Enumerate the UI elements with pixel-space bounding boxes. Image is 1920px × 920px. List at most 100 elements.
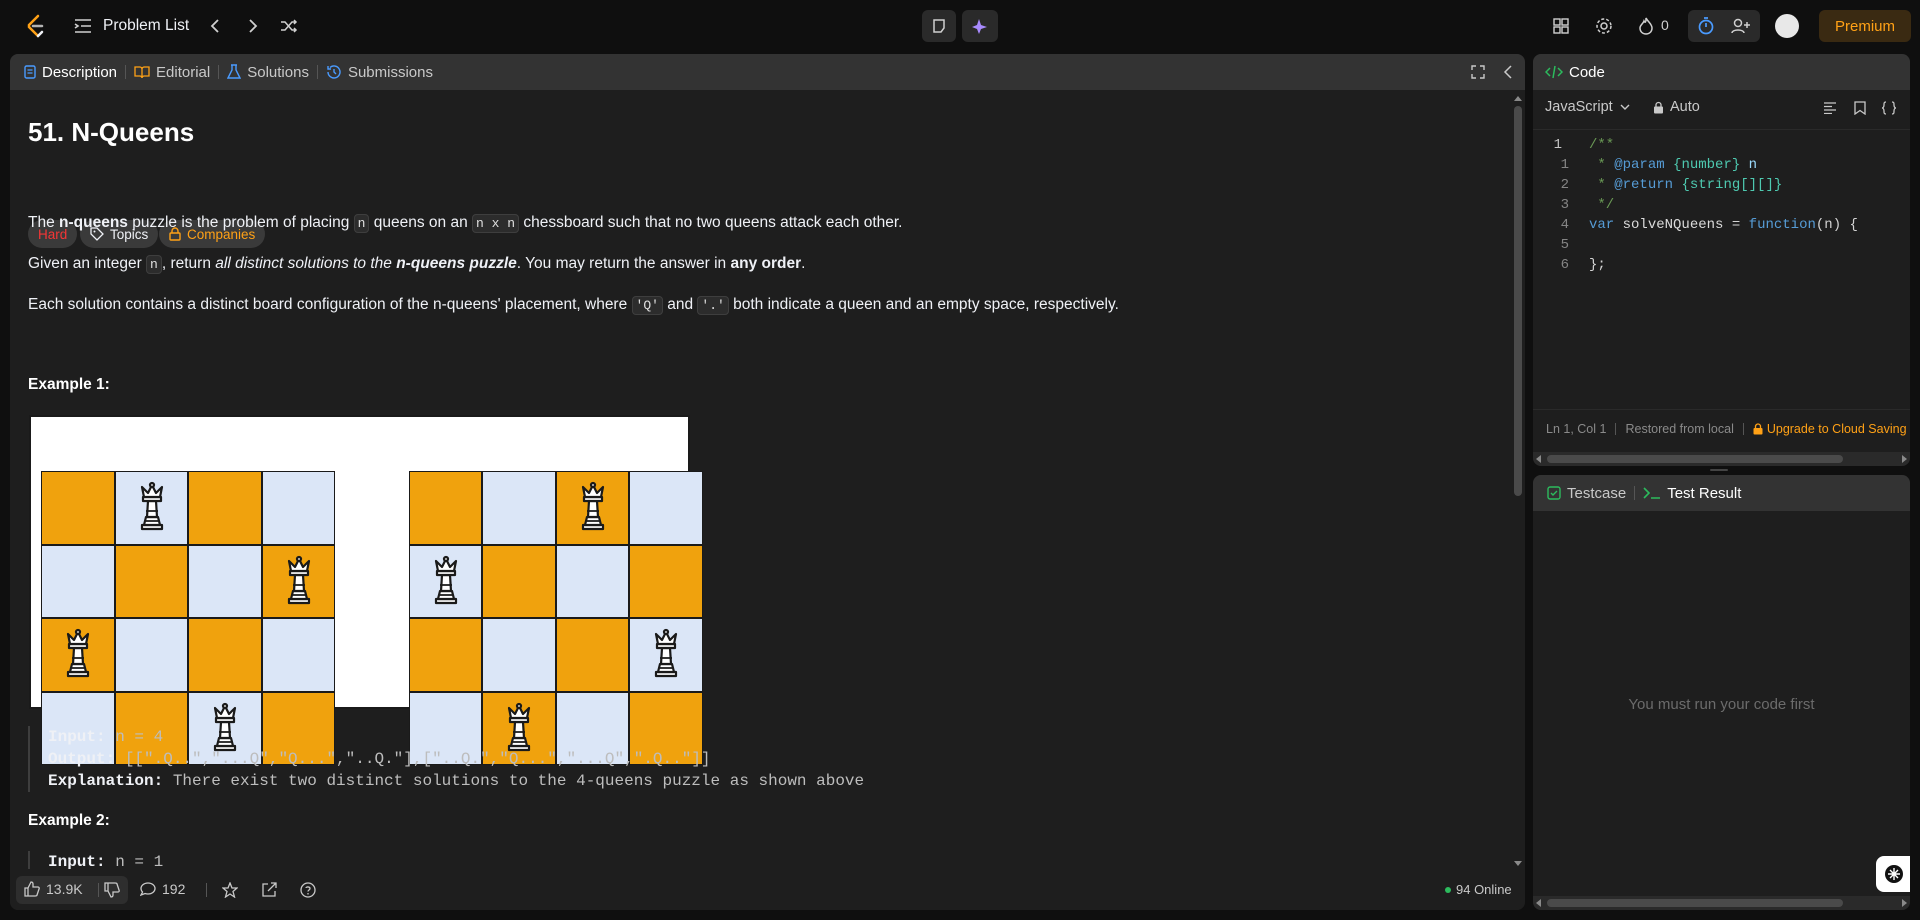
upgrade-link[interactable]: Upgrade to Cloud Saving: [1767, 422, 1907, 436]
tab-description-label: Description: [42, 63, 118, 81]
scroll-right-arrow[interactable]: [1902, 455, 1907, 463]
scroll-left-arrow[interactable]: [1536, 899, 1541, 907]
text-bold: any order: [730, 255, 802, 272]
timer-icon[interactable]: [1694, 14, 1718, 38]
streak-flame-icon[interactable]: [1636, 14, 1656, 38]
scroll-thumb[interactable]: [1547, 455, 1843, 463]
board-square: [629, 618, 703, 692]
code-line: var solveNQueens = function(n) {: [1589, 217, 1858, 233]
language-select[interactable]: JavaScript: [1545, 99, 1631, 115]
collapse-panel-icon[interactable]: [1498, 62, 1518, 82]
tab-test-result[interactable]: Test Result: [1643, 475, 1741, 511]
tab-editorial-label: Editorial: [156, 63, 211, 81]
online-dot: [1445, 886, 1451, 893]
like-button[interactable]: 13.9K: [24, 881, 83, 897]
layout-icon[interactable]: [1550, 14, 1572, 38]
format-icon[interactable]: [1821, 98, 1839, 118]
footer-divider: [206, 883, 207, 897]
thumbs-down-icon[interactable]: [102, 881, 122, 899]
lock-icon: [1753, 423, 1763, 435]
line-number: 3: [1560, 197, 1569, 213]
help-icon[interactable]: [298, 880, 318, 900]
online-count: 94 Online: [1456, 882, 1512, 897]
scroll-thumb[interactable]: [1514, 106, 1522, 496]
vertical-resize-handle[interactable]: [1710, 469, 1728, 471]
scroll-up-arrow[interactable]: [1514, 96, 1522, 101]
bookmark-icon[interactable]: [1851, 98, 1869, 118]
tab-testcase[interactable]: Testcase: [1547, 475, 1626, 511]
book-icon: [134, 66, 150, 79]
problem-list-icon[interactable]: [73, 16, 93, 36]
line-number: 6: [1560, 257, 1569, 273]
leetcode-logo-icon[interactable]: [22, 12, 48, 40]
text-bold-italic: n-queens puzzle: [396, 255, 517, 272]
board-square: [261, 544, 335, 618]
explanation-value: There exist two distinct solutions to th…: [163, 772, 865, 790]
thumbs-up-icon: [24, 881, 40, 897]
debug-launcher-icon[interactable]: [1876, 856, 1910, 892]
code-line: * @return {string[][]}: [1589, 177, 1783, 193]
example-2-block: Input: n = 1: [28, 851, 163, 869]
star-icon[interactable]: [220, 880, 240, 900]
tab-code[interactable]: Code: [1545, 54, 1605, 90]
line-number: 1: [1553, 137, 1562, 153]
tab-description[interactable]: Description: [24, 54, 117, 90]
board-square: [408, 544, 482, 618]
like-count: 13.9K: [46, 881, 83, 897]
queen-icon: [573, 481, 613, 533]
ai-sparkle-icon[interactable]: [962, 10, 998, 42]
page-title: 51. N-Queens: [28, 117, 195, 147]
scroll-thumb[interactable]: [1547, 899, 1843, 907]
text: both indicate a queen and an empty space…: [728, 296, 1119, 313]
auto-label: Auto: [1670, 99, 1700, 115]
tab-editorial[interactable]: Editorial: [134, 54, 210, 90]
board-square: [261, 471, 335, 545]
cursor-position: Ln 1, Col 1: [1546, 422, 1607, 436]
board-square: [41, 618, 115, 692]
board-square: [408, 471, 482, 545]
tab-divider: [316, 65, 318, 79]
description-scrollbar[interactable]: [1513, 94, 1523, 868]
comments-button[interactable]: 192: [140, 881, 185, 897]
streak-count: 0: [1661, 17, 1669, 33]
editor-bottom-divider: [1533, 409, 1910, 410]
prev-problem-icon[interactable]: [205, 14, 225, 38]
tab-divider: [125, 65, 127, 79]
premium-button[interactable]: Premium: [1819, 10, 1911, 42]
next-problem-icon[interactable]: [243, 14, 263, 38]
scroll-left-arrow[interactable]: [1536, 455, 1541, 463]
text: puzzle is the problem of placing: [127, 214, 354, 231]
shuffle-icon[interactable]: [278, 14, 300, 38]
line-number: 1: [1560, 157, 1569, 173]
fullscreen-icon[interactable]: [1468, 62, 1488, 82]
text: , return: [161, 255, 216, 272]
text: Given an integer: [28, 255, 147, 272]
code-tabbar: Code: [1533, 54, 1910, 90]
scroll-right-arrow[interactable]: [1902, 899, 1907, 907]
settings-gear-icon[interactable]: [1593, 14, 1615, 38]
braces-icon[interactable]: [1879, 98, 1899, 118]
editor-divider: [1533, 129, 1910, 130]
tab-submissions[interactable]: Submissions: [326, 54, 433, 90]
board-square: [408, 618, 482, 692]
board-square: [555, 471, 629, 545]
tab-solutions[interactable]: Solutions: [227, 54, 309, 90]
board-square: [482, 544, 556, 618]
test-horizontal-scrollbar[interactable]: [1533, 896, 1910, 910]
scroll-down-arrow[interactable]: [1514, 861, 1522, 866]
board-square: [555, 544, 629, 618]
editor-horizontal-scrollbar[interactable]: [1533, 452, 1910, 466]
add-user-icon[interactable]: [1728, 14, 1754, 38]
text: The: [28, 214, 60, 231]
inline-code: n: [146, 255, 162, 274]
auto-toggle[interactable]: Auto: [1653, 99, 1700, 115]
problem-list-link[interactable]: Problem List: [103, 17, 189, 35]
tab-divider: [218, 65, 220, 79]
description-paragraph-1: The n-queens puzzle is the problem of pl…: [28, 214, 903, 233]
vote-divider: [98, 883, 99, 897]
avatar[interactable]: [1775, 14, 1799, 38]
input-label: Input:: [48, 853, 106, 869]
share-icon[interactable]: [259, 880, 279, 900]
notes-icon[interactable]: [922, 10, 956, 42]
inline-code: n x n: [472, 214, 520, 233]
